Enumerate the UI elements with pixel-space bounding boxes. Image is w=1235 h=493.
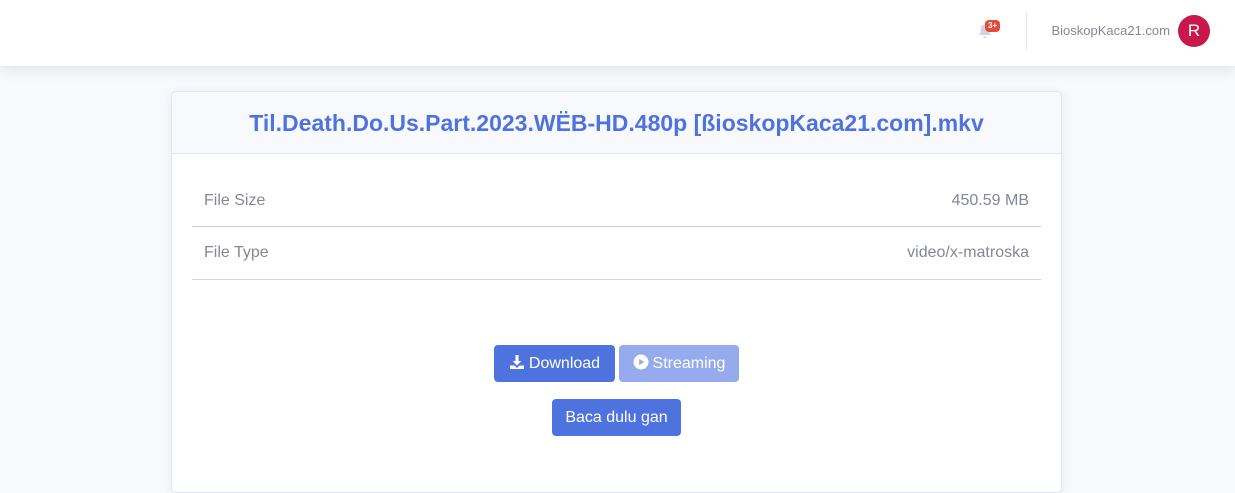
read-first-button[interactable]: Baca dulu gan bbox=[552, 399, 681, 436]
download-label: Download bbox=[528, 355, 601, 372]
avatar[interactable]: R bbox=[1178, 15, 1210, 47]
notification-badge: 3+ bbox=[985, 20, 1001, 32]
streaming-label: Streaming bbox=[652, 355, 726, 372]
play-circle-icon bbox=[633, 354, 649, 370]
streaming-button[interactable]: Streaming bbox=[619, 345, 739, 382]
file-size-value: 450.59 MB bbox=[951, 192, 1029, 209]
file-info-table: File Size 450.59 MB File Type video/x-ma… bbox=[192, 175, 1041, 280]
topbar-divider bbox=[1026, 12, 1027, 50]
download-icon bbox=[509, 355, 524, 369]
file-type-value: video/x-matroska bbox=[907, 244, 1029, 261]
username[interactable]: BioskopKaca21.com bbox=[1051, 23, 1170, 39]
card-header: Til.Death.Do.Us.Part.2023.WËB-HD.480p [ß… bbox=[172, 92, 1061, 154]
download-button[interactable]: Download bbox=[494, 345, 615, 382]
topbar: 3+ BioskopKaca21.com R bbox=[0, 0, 1235, 66]
file-type-label: File Type bbox=[204, 244, 269, 261]
table-row-file-size: File Size 450.59 MB bbox=[192, 175, 1041, 227]
read-first-label: Baca dulu gan bbox=[565, 409, 668, 426]
table-row-file-type: File Type video/x-matroska bbox=[192, 227, 1041, 280]
file-title: Til.Death.Do.Us.Part.2023.WËB-HD.480p [ß… bbox=[249, 110, 984, 136]
file-size-label: File Size bbox=[204, 192, 266, 209]
file-card: Til.Death.Do.Us.Part.2023.WËB-HD.480p [ß… bbox=[171, 91, 1062, 493]
